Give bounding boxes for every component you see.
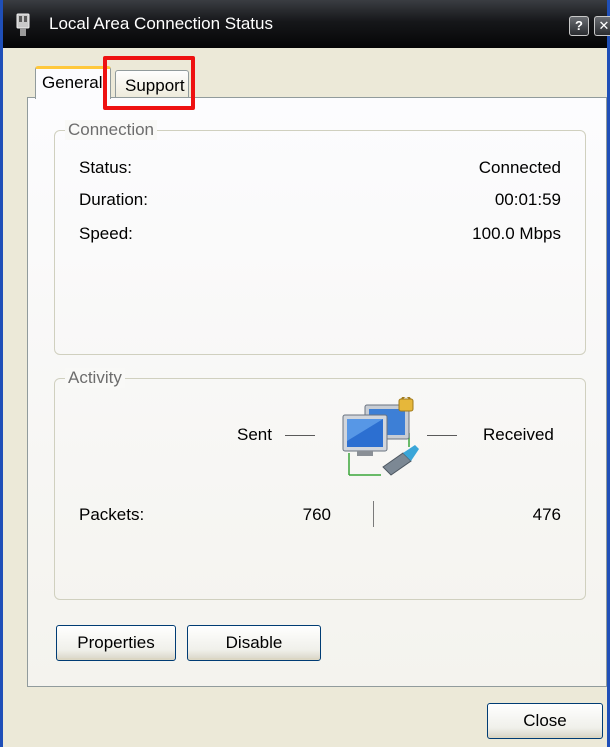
sent-label: Sent [237,425,272,444]
close-button[interactable]: Close [487,703,603,739]
status-label: Status: [79,158,132,177]
speed-label: Speed: [79,224,133,243]
packets-received-value: 476 [532,505,561,524]
packets-label: Packets: [79,505,145,524]
speed-value: 100.0 Mbps [472,224,561,243]
tab-general[interactable]: General [35,66,111,99]
help-button[interactable]: ? [569,16,589,36]
packets-sent-value: 760 [302,505,331,524]
highlight-box [103,56,195,110]
disable-button[interactable]: Disable [187,625,321,661]
window-title: Local Area Connection Status [49,14,273,33]
dialog-window: Local Area Connection Status ? ✕ General… [0,0,610,747]
network-computers-icon [342,397,419,476]
close-window-button[interactable]: ✕ [594,16,610,36]
status-value: Connected [478,158,561,177]
activity-group: Activity Sent Received Packets: 760 476 [54,368,586,600]
connection-group-label: Connection [65,120,158,140]
sent-line [285,435,315,436]
title-bar[interactable]: Local Area Connection Status ? ✕ [3,0,610,48]
general-tab-panel: Connection Status: Connected Duration: 0… [27,97,607,687]
received-label: Received [483,425,554,444]
packets-separator [373,501,374,527]
received-line [427,435,457,436]
network-adapter-icon [16,13,30,36]
properties-button[interactable]: Properties [56,625,176,661]
duration-label: Duration: [79,190,148,209]
activity-group-label: Activity [65,368,125,388]
duration-value: 00:01:59 [494,190,561,209]
connection-group: Connection Status: Connected Duration: 0… [54,120,586,355]
